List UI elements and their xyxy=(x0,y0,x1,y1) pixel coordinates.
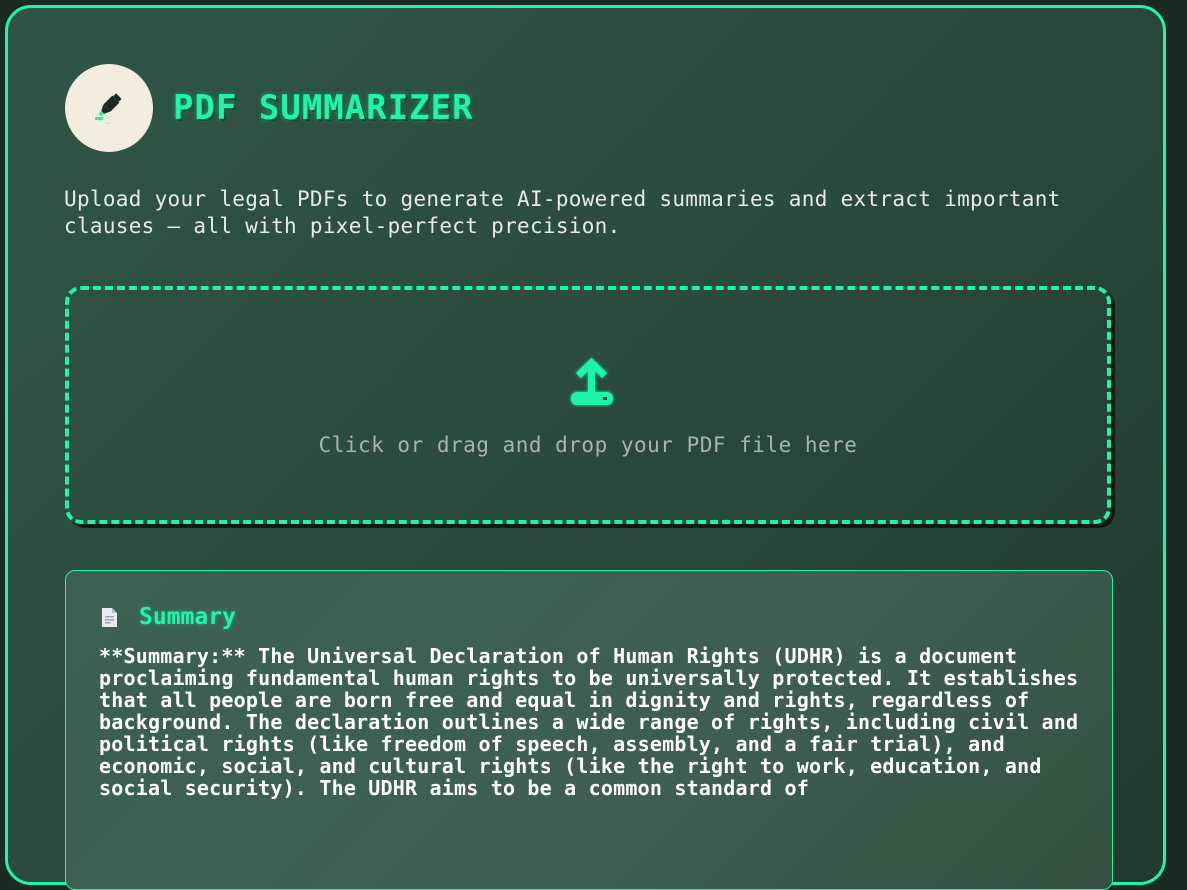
logo xyxy=(65,64,153,152)
app-header: PDF SUMMARIZER xyxy=(65,64,474,152)
app-title: PDF SUMMARIZER xyxy=(173,88,474,128)
app-subtitle: Upload your legal PDFs to generate AI-po… xyxy=(64,187,1061,238)
document-icon xyxy=(102,607,117,627)
upload-icon xyxy=(564,356,620,416)
summary-title: Summary xyxy=(139,604,236,630)
summary-text: **Summary:** The Universal Declaration o… xyxy=(99,644,1079,800)
summary-panel: Summary **Summary:** The Universal Decla… xyxy=(65,570,1113,890)
main-card: PDF SUMMARIZER Upload your legal PDFs to… xyxy=(5,5,1166,890)
dropzone-label: Click or drag and drop your PDF file her… xyxy=(318,433,858,457)
highlighter-icon xyxy=(92,89,126,127)
pdf-dropzone[interactable]: Click or drag and drop your PDF file her… xyxy=(65,286,1111,524)
summary-header: Summary xyxy=(102,604,236,630)
